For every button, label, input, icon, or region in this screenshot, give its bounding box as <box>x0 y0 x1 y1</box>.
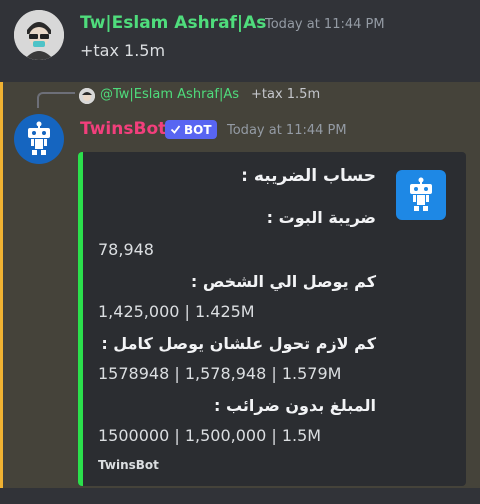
highlight-bar <box>0 82 3 504</box>
embed-accent-bar <box>78 152 83 486</box>
bot-badge: BOT <box>165 120 217 139</box>
embed-title: حساب الضريبه : <box>241 166 376 186</box>
bot-badge-label: BOT <box>184 122 212 137</box>
embed-field-value: 1500000 | 1,500,000 | 1.5M <box>98 426 322 445</box>
embed-field-value: 1,425,000 | 1.425M <box>98 302 255 321</box>
checkmark-icon <box>170 125 181 134</box>
embed-footer: TwinsBot <box>98 458 159 472</box>
timestamp: Today at 11:44 PM <box>227 123 347 138</box>
embed-thumbnail[interactable] <box>396 170 446 220</box>
embed-field-name: ضريبة البوت : <box>266 208 376 227</box>
embed-field-value: 1578948 | 1,578,948 | 1.579M <box>98 364 342 383</box>
chat-bottom <box>0 488 480 504</box>
timestamp: Today at 11:44 PM <box>265 17 385 32</box>
message-user: Tw|Eslam Ashraf|As Today at 11:44 PM +ta… <box>0 0 480 82</box>
embed-field-name: كم لازم تحول علشان يوصل كامل : <box>101 334 376 353</box>
embed-field-name: كم يوصل الي الشخص : <box>190 272 376 291</box>
embed: حساب الضريبه : ضريبة البوت : 78,948 كم ي… <box>78 152 466 486</box>
robot-icon <box>410 177 432 211</box>
reply-author[interactable]: @Tw|Eslam Ashraf|As <box>100 87 239 102</box>
robot-icon <box>28 121 50 155</box>
user-avatar[interactable] <box>14 10 64 60</box>
message-content: +tax 1.5m <box>80 41 166 60</box>
message-bot: @Tw|Eslam Ashraf|As +tax 1.5m TwinsBot B… <box>0 82 480 504</box>
user-avatar-icon <box>14 10 64 60</box>
bot-name[interactable]: TwinsBot <box>80 119 166 139</box>
reply-connector <box>37 92 75 108</box>
reply-content[interactable]: +tax 1.5m <box>251 87 320 102</box>
reply-avatar-icon <box>79 88 95 104</box>
author-name[interactable]: Tw|Eslam Ashraf|As <box>80 13 266 33</box>
embed-field-name: المبلغ بدون ضرائب : <box>213 396 376 415</box>
bot-avatar[interactable] <box>14 114 64 164</box>
reply-avatar[interactable] <box>79 88 95 104</box>
embed-field-value: 78,948 <box>98 240 154 259</box>
